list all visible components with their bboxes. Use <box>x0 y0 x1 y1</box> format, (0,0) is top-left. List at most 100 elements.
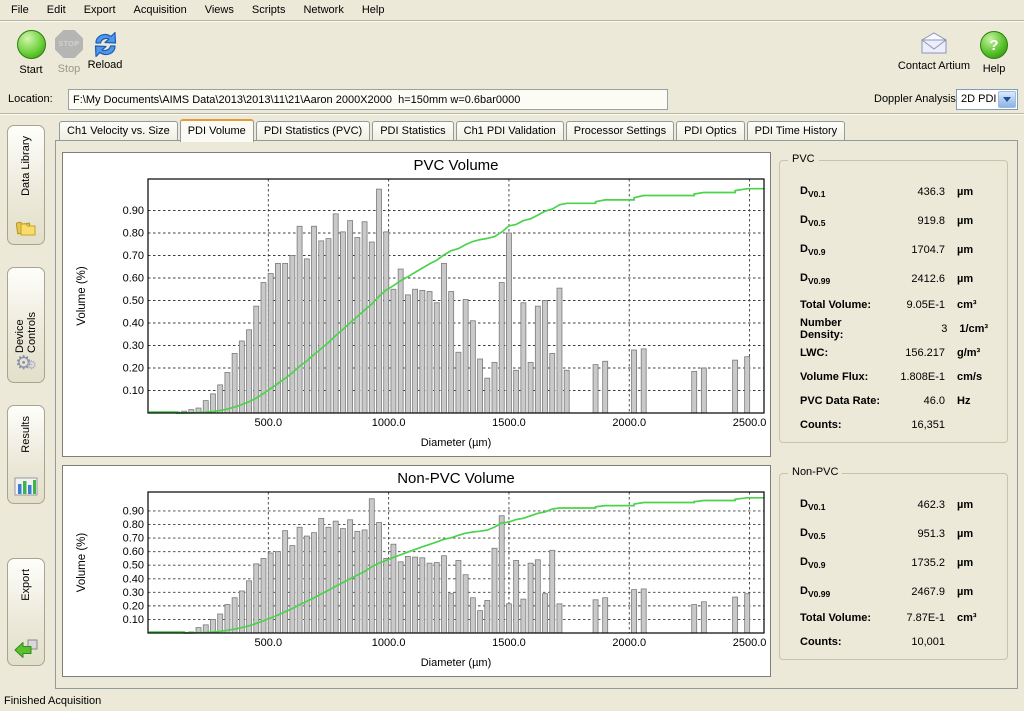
histogram-bar <box>283 263 288 413</box>
stat-label: DV0.99 <box>800 272 830 286</box>
x-tick-label: 1000.0 <box>372 637 406 649</box>
folders-icon <box>14 217 38 237</box>
pvc-stats-groupbox: PVC DV0.1436.3µmDV0.5919.8µmDV0.91704.7µ… <box>779 160 1008 443</box>
aims-application-window: FileEditExportAcquisitionViewsScriptsNet… <box>0 0 1024 711</box>
tab-pdi-optics[interactable]: PDI Optics <box>676 121 745 140</box>
tab-ch1-velocity-vs-size[interactable]: Ch1 Velocity vs. Size <box>59 121 178 140</box>
combo-dropdown-button[interactable] <box>998 91 1016 108</box>
sidebar-item-data-library[interactable]: Data Library <box>7 125 45 245</box>
chevron-down-icon <box>1003 97 1011 102</box>
tab-processor-settings[interactable]: Processor Settings <box>566 121 674 140</box>
histogram-bar <box>405 556 410 633</box>
histogram-bar <box>398 562 403 633</box>
envelope-icon <box>918 32 950 58</box>
histogram-bar <box>521 599 526 633</box>
histogram-bar <box>268 553 273 633</box>
stat-unit: µm <box>945 528 1001 540</box>
start-button-label: Start <box>19 64 42 76</box>
y-tick-label: 0.90 <box>123 205 144 217</box>
histogram-bar <box>210 394 215 413</box>
histogram-bar <box>485 600 490 633</box>
histogram-bar <box>348 221 353 413</box>
histogram-bar <box>478 611 483 633</box>
histogram-bar <box>355 531 360 633</box>
stat-label: DV0.9 <box>800 556 825 570</box>
histogram-bar <box>506 233 511 413</box>
reload-button[interactable]: Reload <box>78 30 132 71</box>
stat-unit: Hz <box>945 395 1001 407</box>
stat-unit: µm <box>945 557 1001 569</box>
histogram-bar <box>319 518 324 633</box>
stat-row: Total Volume:9.05E-1cm³ <box>800 293 1001 317</box>
sidebar-item-export[interactable]: Export <box>7 558 45 666</box>
stat-row: DV0.5951.3µm <box>800 519 1001 548</box>
histogram-bar <box>492 548 497 633</box>
stat-value: 10,001 <box>881 636 945 648</box>
histogram-bar <box>593 365 598 413</box>
histogram-bar <box>427 563 432 633</box>
tab-pdi-volume[interactable]: PDI Volume <box>180 119 254 142</box>
y-tick-label: 0.60 <box>123 273 144 285</box>
histogram-bar <box>701 602 706 633</box>
menu-item-views[interactable]: Views <box>196 1 243 19</box>
stat-value: 1.808E-1 <box>881 371 945 383</box>
histogram-bar <box>745 594 750 633</box>
tab-ch1-pdi-validation[interactable]: Ch1 PDI Validation <box>456 121 564 140</box>
stat-row: Counts:16,351 <box>800 413 1001 437</box>
stat-row: Volume Flux:1.808E-1cm/s <box>800 365 1001 389</box>
stat-value: 1735.2 <box>881 557 945 569</box>
histogram-bar <box>478 359 483 413</box>
menu-item-network[interactable]: Network <box>294 1 352 19</box>
menu-item-edit[interactable]: Edit <box>38 1 75 19</box>
stat-label: Total Volume: <box>800 299 871 311</box>
status-text: Finished Acquisition <box>4 695 101 707</box>
y-tick-label: 0.30 <box>123 340 144 352</box>
tab-pdi-time-history[interactable]: PDI Time History <box>747 121 846 140</box>
sidebar-item-device-controls[interactable]: Device Controls⚙⚙ <box>7 267 45 383</box>
stat-unit: 1/cm³ <box>947 323 1001 335</box>
tab-pdi-statistics[interactable]: PDI Statistics <box>372 121 453 140</box>
histogram-bar <box>391 289 396 413</box>
histogram-bar <box>362 222 367 413</box>
stat-value: 2467.9 <box>881 586 945 598</box>
stat-row: Number Density:31/cm³ <box>800 317 1001 341</box>
histogram-bar <box>340 232 345 413</box>
sidebar-item-results[interactable]: Results <box>7 405 45 504</box>
histogram-bar <box>745 357 750 413</box>
histogram-bar <box>348 520 353 633</box>
menu-item-help[interactable]: Help <box>353 1 394 19</box>
x-tick-label: 1500.0 <box>492 417 526 429</box>
x-tick-label: 1500.0 <box>492 637 526 649</box>
stat-label: LWC: <box>800 347 828 359</box>
reload-icon <box>90 30 120 61</box>
histogram-bar <box>369 242 374 413</box>
histogram-bar <box>225 373 230 414</box>
contact-artium-button[interactable]: Contact Artium <box>892 32 976 72</box>
histogram-bar <box>692 371 697 413</box>
histogram-bar <box>290 546 295 633</box>
stat-label: DV0.1 <box>800 185 825 199</box>
menu-item-export[interactable]: Export <box>75 1 125 19</box>
chart-title: Non-PVC Volume <box>397 470 515 487</box>
histogram-bar <box>232 598 237 633</box>
stat-label: DV0.5 <box>800 527 825 541</box>
pvc-volume-chart-svg: 0.100.200.300.400.500.600.700.800.90500.… <box>63 153 770 456</box>
location-input[interactable] <box>68 89 668 110</box>
menu-item-scripts[interactable]: Scripts <box>243 1 295 19</box>
histogram-bar <box>398 269 403 413</box>
menu-item-acquisition[interactable]: Acquisition <box>125 1 196 19</box>
tab-pdi-statistics-pvc[interactable]: PDI Statistics (PVC) <box>256 121 370 140</box>
histogram-bar <box>528 362 533 413</box>
histogram-bar <box>463 299 468 413</box>
stat-label: Counts: <box>800 636 842 648</box>
help-button[interactable]: ? Help <box>974 31 1014 75</box>
stat-unit: cm/s <box>945 371 1001 383</box>
doppler-analysis-select[interactable]: 2D PDI <box>956 89 1018 110</box>
histogram-bar <box>641 349 646 413</box>
stat-row: DV0.9 1735.2µm <box>800 548 1001 577</box>
menu-item-file[interactable]: File <box>2 1 38 19</box>
status-bar: Finished Acquisition <box>0 691 1024 711</box>
histogram-bar <box>304 259 309 413</box>
histogram-bar <box>275 552 280 633</box>
histogram-bar <box>603 598 608 633</box>
